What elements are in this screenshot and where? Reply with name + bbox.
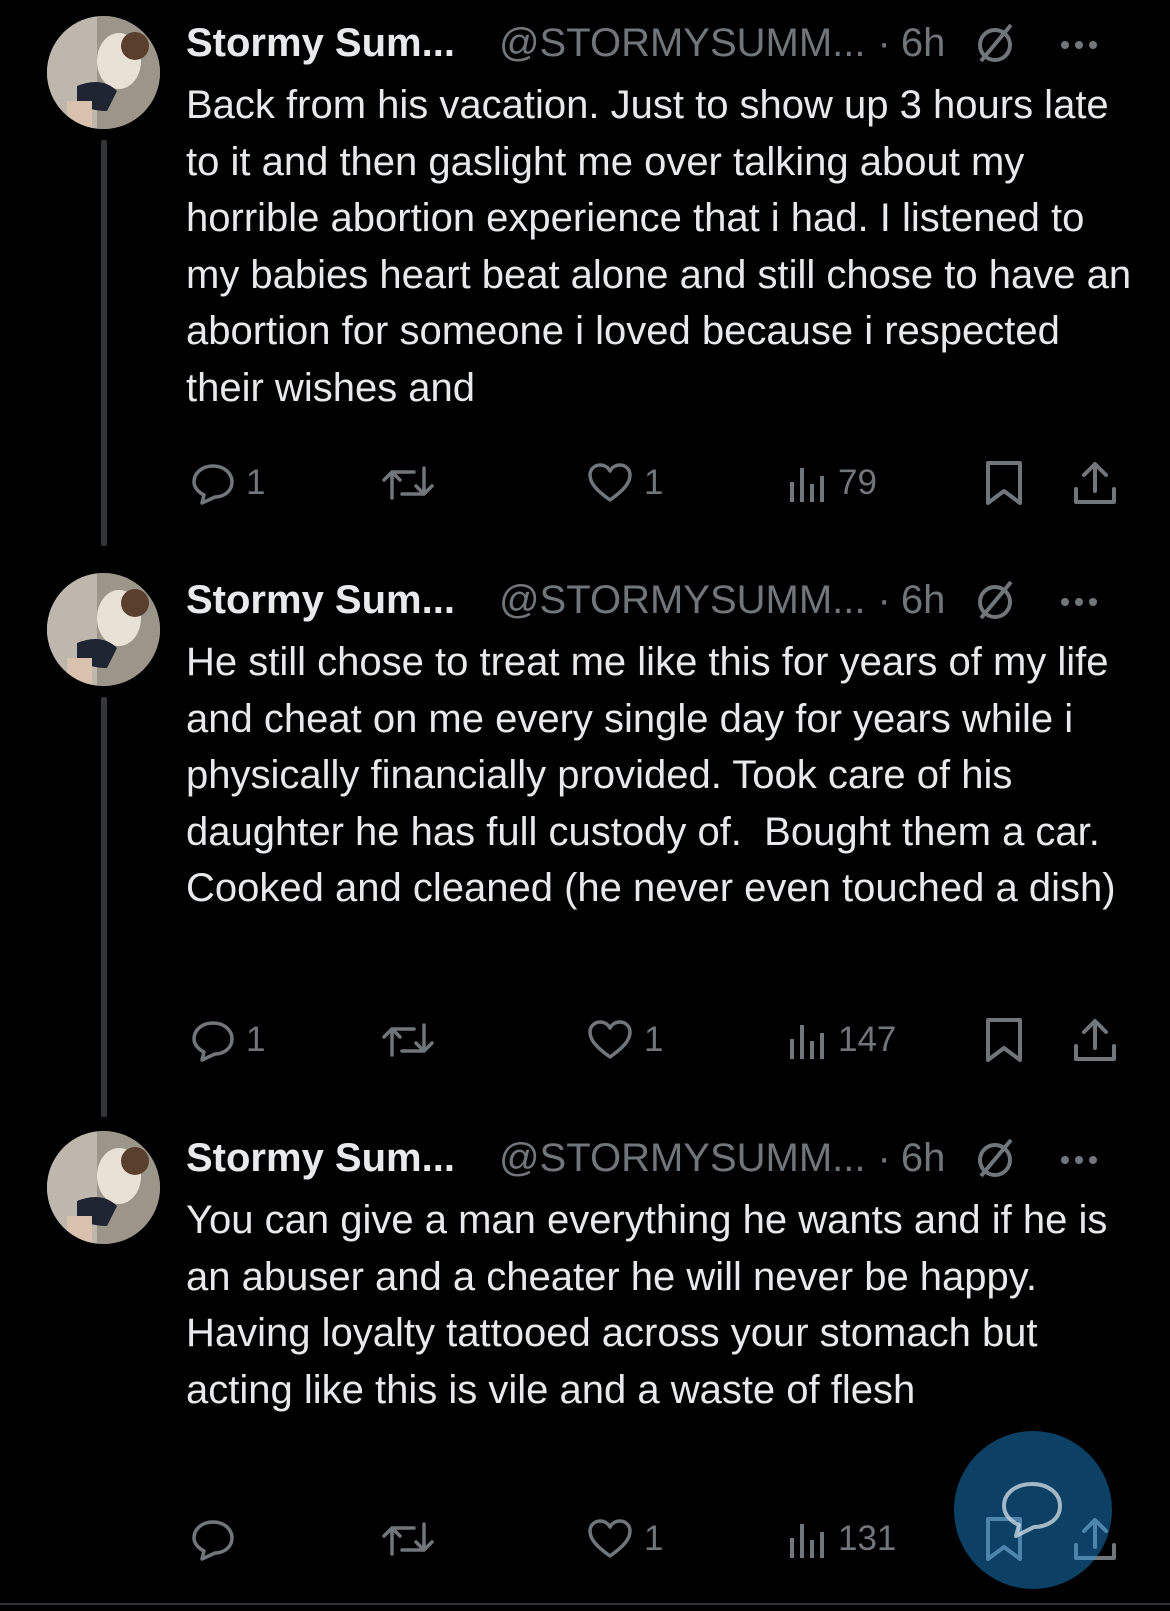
no-reply-icon xyxy=(973,578,1017,622)
share-button[interactable] xyxy=(1072,458,1118,508)
like-icon xyxy=(588,463,632,502)
divider xyxy=(0,1603,1170,1605)
bookmark-button[interactable] xyxy=(984,458,1024,508)
reply-icon xyxy=(192,1520,234,1561)
retweet-button[interactable] xyxy=(380,458,446,508)
share-icon xyxy=(1074,462,1116,504)
retweet-icon xyxy=(382,466,434,500)
views-icon xyxy=(790,1025,824,1059)
timestamp[interactable]: 6h xyxy=(901,21,946,66)
compose-icon xyxy=(1002,1482,1062,1538)
reply-icon xyxy=(192,464,234,505)
user-handle[interactable]: @STORMYSUMM... xyxy=(499,578,866,623)
reply-icon xyxy=(192,1021,234,1062)
like-button[interactable]: 1 xyxy=(586,1015,663,1065)
reply-count: 1 xyxy=(246,463,266,502)
no-reply-icon xyxy=(973,21,1017,65)
tweet-text: You can give a man everything he wants a… xyxy=(186,1198,1119,1412)
tweet-text: Back from his vacation. Just to show up … xyxy=(186,83,1143,410)
views-button[interactable]: 131 xyxy=(788,1514,896,1564)
tweet-header: Stormy Sum... @STORMYSUMM... · 6h xyxy=(186,575,1101,625)
tweet-header: Stormy Sum... @STORMYSUMM... · 6h xyxy=(186,18,1101,68)
retweet-button[interactable] xyxy=(380,1514,446,1564)
separator: · xyxy=(877,20,891,65)
share-icon xyxy=(1074,1019,1116,1061)
tweet-text: He still chose to treat me like this for… xyxy=(186,640,1120,910)
retweet-button[interactable] xyxy=(380,1015,446,1065)
no-reply-icon xyxy=(973,1136,1017,1180)
avatar[interactable] xyxy=(47,16,160,129)
like-count: 1 xyxy=(644,1519,664,1558)
separator: · xyxy=(877,1135,891,1180)
more-icon[interactable] xyxy=(1057,578,1101,622)
avatar[interactable] xyxy=(47,1131,160,1244)
tweet[interactable]: Stormy Sum... @STORMYSUMM... · 6h He sti… xyxy=(0,557,1170,1117)
reply-button[interactable] xyxy=(190,1514,246,1564)
reply-count: 1 xyxy=(246,1020,266,1059)
retweet-icon xyxy=(382,1023,434,1057)
user-handle[interactable]: @STORMYSUMM... xyxy=(499,1136,866,1181)
like-icon xyxy=(588,1020,632,1059)
views-count: 79 xyxy=(838,463,877,502)
avatar[interactable] xyxy=(47,573,160,686)
bookmark-button[interactable] xyxy=(984,1015,1024,1065)
views-count: 147 xyxy=(838,1020,897,1059)
retweet-icon xyxy=(382,1522,434,1556)
bookmark-icon xyxy=(986,1018,1022,1062)
tweet-actions: 1 1 147 xyxy=(0,1015,1170,1065)
share-button[interactable] xyxy=(1072,1015,1118,1065)
views-button[interactable]: 147 xyxy=(788,1015,896,1065)
like-button[interactable]: 1 xyxy=(586,458,663,508)
more-icon[interactable] xyxy=(1057,1136,1101,1180)
user-handle[interactable]: @STORMYSUMM... xyxy=(499,21,866,66)
views-count: 131 xyxy=(838,1519,897,1558)
display-name[interactable]: Stormy Sum... xyxy=(186,1136,455,1181)
display-name[interactable]: Stormy Sum... xyxy=(186,578,455,623)
timestamp[interactable]: 6h xyxy=(901,578,946,623)
timestamp[interactable]: 6h xyxy=(901,1136,946,1181)
reply-button[interactable]: 1 xyxy=(190,1015,265,1065)
like-button[interactable]: 1 xyxy=(586,1514,663,1564)
like-count: 1 xyxy=(644,1020,664,1059)
views-icon xyxy=(790,1524,824,1558)
display-name[interactable]: Stormy Sum... xyxy=(186,21,455,66)
reply-button[interactable]: 1 xyxy=(190,458,265,508)
tweet[interactable]: Stormy Sum... @STORMYSUMM... · 6h Back f… xyxy=(0,0,1170,557)
like-count: 1 xyxy=(644,463,664,502)
views-icon xyxy=(790,468,824,502)
bookmark-icon xyxy=(986,461,1022,505)
tweet-header: Stormy Sum... @STORMYSUMM... · 6h xyxy=(186,1133,1101,1183)
tweet-actions: 1 1 79 xyxy=(0,458,1170,508)
like-icon xyxy=(588,1519,632,1558)
more-icon[interactable] xyxy=(1057,21,1101,65)
separator: · xyxy=(877,577,891,622)
views-button[interactable]: 79 xyxy=(788,458,877,508)
